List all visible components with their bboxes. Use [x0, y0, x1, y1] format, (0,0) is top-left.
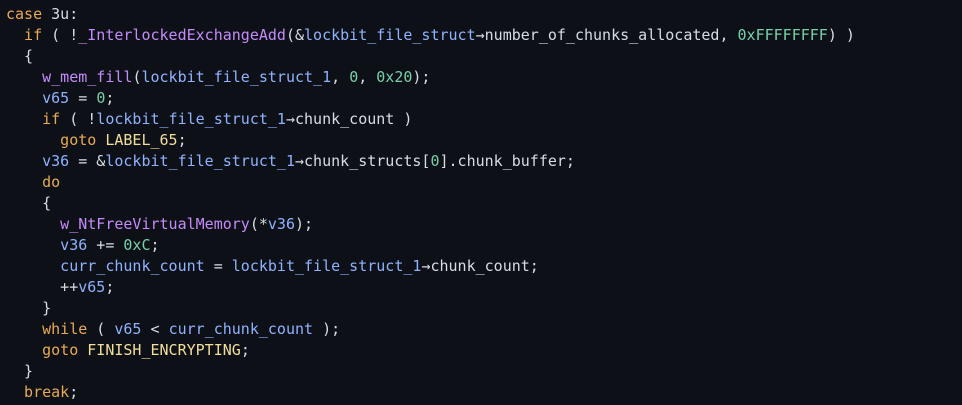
- code-token: v36: [267, 215, 295, 233]
- code-token: );: [412, 68, 431, 86]
- code-token: if: [6, 26, 43, 44]
- code-line: curr_chunk_count = lockbit_file_struct_1…: [6, 256, 962, 277]
- code-token: (*: [249, 215, 268, 233]
- code-token: +=: [87, 236, 124, 254]
- code-token: while: [6, 320, 88, 338]
- code-line: }: [6, 298, 962, 319]
- code-token: =: [69, 89, 97, 107]
- code-token: 0xFFFFFFFF: [737, 26, 828, 44]
- code-token: FINISH_ENCRYPTING: [87, 341, 241, 359]
- code-token: (: [87, 320, 115, 338]
- code-token: ;: [69, 383, 79, 401]
- code-line: w_mem_fill(lockbit_file_struct_1, 0, 0x2…: [6, 67, 962, 88]
- code-token: lockbit_file_struct_1: [96, 110, 286, 128]
- code-line: }: [6, 361, 962, 382]
- code-line: v65 = 0;: [6, 88, 962, 109]
- code-token: lockbit_file_struct_1: [231, 257, 422, 275]
- code-token: ,: [358, 68, 377, 86]
- code-editor[interactable]: case 3u: if ( !_InterlockedExchangeAdd(&…: [0, 0, 962, 405]
- code-token: );: [313, 320, 341, 338]
- code-token: ;: [105, 89, 115, 107]
- code-token: <: [141, 320, 169, 338]
- code-line: {: [6, 46, 962, 67]
- code-token: do: [6, 173, 61, 191]
- code-token: );: [295, 215, 314, 233]
- code-token: lockbit_file_struct: [304, 26, 476, 44]
- code-token: curr_chunk_count: [6, 257, 205, 275]
- code-token: ) ): [827, 26, 855, 44]
- code-token: }: [6, 362, 34, 380]
- code-line: v36 = &lockbit_file_struct_1→chunk_struc…: [6, 151, 962, 172]
- code-token: v65: [78, 278, 106, 296]
- code-token: goto: [6, 341, 88, 359]
- code-token: lockbit_file_struct_1: [105, 152, 295, 170]
- code-token: ;: [105, 278, 115, 296]
- code-token: ;: [177, 131, 187, 149]
- code-token: if: [6, 110, 61, 128]
- code-token: =: [204, 257, 232, 275]
- code-token: w_mem_fill: [6, 68, 133, 86]
- code-token: goto: [6, 131, 106, 149]
- code-token: (&: [285, 26, 305, 44]
- code-token: →chunk_structs[: [295, 152, 431, 170]
- code-line: w_NtFreeVirtualMemory(*v36);: [6, 214, 962, 235]
- code-line: break;: [6, 382, 962, 403]
- code-line: ++v65;: [6, 277, 962, 298]
- code-line: v36 += 0xC;: [6, 235, 962, 256]
- code-token: 3u:: [51, 5, 79, 23]
- code-token: v36: [6, 236, 88, 254]
- code-token: 0: [430, 152, 440, 170]
- code-token: lockbit_file_struct_1: [141, 68, 332, 86]
- code-token: LABEL_65: [105, 131, 178, 149]
- code-token: 0x20: [376, 68, 413, 86]
- code-token: →chunk_count;: [421, 257, 539, 275]
- code-token: →chunk_count ): [285, 110, 413, 128]
- code-token: w_NtFreeVirtualMemory: [6, 215, 250, 233]
- code-token: 0: [349, 68, 359, 86]
- code-token: ( !: [60, 110, 97, 128]
- code-token: ;: [150, 236, 160, 254]
- code-token: ;: [240, 341, 250, 359]
- code-token: →number_of_chunks_allocated,: [475, 26, 738, 44]
- code-token: _InterlockedExchangeAdd: [78, 26, 286, 44]
- code-token: curr_chunk_count: [168, 320, 314, 338]
- code-token: = &: [69, 152, 106, 170]
- code-line: if ( !_InterlockedExchangeAdd(&lockbit_f…: [6, 25, 962, 46]
- code-line: do: [6, 172, 962, 193]
- code-line: while ( v65 < curr_chunk_count );: [6, 319, 962, 340]
- code-token: {: [6, 47, 34, 65]
- code-token: ,: [331, 68, 350, 86]
- code-line: goto LABEL_65;: [6, 130, 962, 151]
- code-token: ].chunk_buffer;: [439, 152, 575, 170]
- code-token: v65: [6, 89, 70, 107]
- code-line: {: [6, 193, 962, 214]
- code-token: ++: [6, 278, 79, 296]
- code-token: break: [6, 383, 70, 401]
- code-token: ( !: [42, 26, 79, 44]
- code-line: goto FINISH_ENCRYPTING;: [6, 340, 962, 361]
- code-token: 0xC: [123, 236, 151, 254]
- code-token: }: [6, 299, 52, 317]
- code-line: case 3u:: [6, 4, 962, 25]
- code-token: v36: [6, 152, 70, 170]
- code-token: {: [6, 194, 52, 212]
- code-token: 0: [96, 89, 106, 107]
- code-line: if ( !lockbit_file_struct_1→chunk_count …: [6, 109, 962, 130]
- code-token: v65: [114, 320, 142, 338]
- code-token: case: [6, 5, 52, 23]
